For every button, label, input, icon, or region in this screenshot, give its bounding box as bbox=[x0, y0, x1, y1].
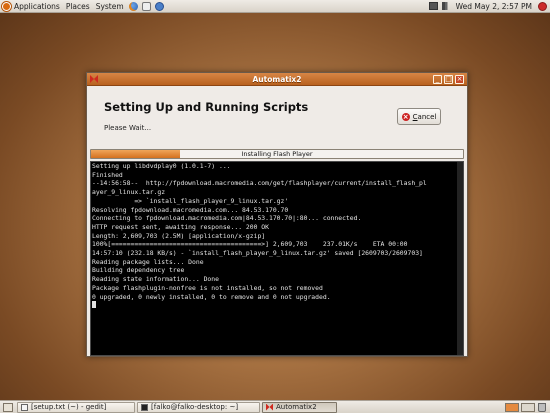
menu-system[interactable]: System bbox=[93, 0, 127, 13]
automatix-icon bbox=[266, 403, 273, 411]
terminal-scrollbar[interactable] bbox=[457, 162, 463, 355]
terminal-line: Package flashplugin-nonfree is not insta… bbox=[92, 283, 323, 292]
task-terminal[interactable]: [falko@falko-desktop: ~] bbox=[137, 401, 260, 413]
cancel-icon: × bbox=[401, 112, 410, 121]
ubuntu-logo-icon[interactable] bbox=[2, 1, 11, 11]
maximize-button[interactable]: □ bbox=[444, 75, 453, 84]
terminal-line: --14:56:58-- http://fpdownload.macromedi… bbox=[92, 179, 427, 188]
progress-bar: Installing Flash Player bbox=[90, 149, 464, 159]
menu-places[interactable]: Places bbox=[63, 0, 93, 13]
terminal-line: Resolving fpdownload.macromedia.com... 8… bbox=[92, 205, 289, 214]
volume-icon[interactable] bbox=[441, 2, 451, 10]
terminal-line: Finished bbox=[92, 170, 123, 179]
terminal-line: Reading package lists... Done bbox=[92, 257, 204, 266]
workspace-1[interactable] bbox=[505, 402, 519, 412]
terminal-line: => `install_flash_player_9_linux.tar.gz' bbox=[92, 196, 289, 205]
firefox-icon[interactable] bbox=[128, 1, 138, 11]
terminal-line: 100%[===================================… bbox=[92, 240, 408, 249]
menu-applications[interactable]: Applications bbox=[11, 0, 63, 13]
automatix-window: Automatix2 _ □ × Setting Up and Running … bbox=[86, 72, 468, 357]
workspace-2[interactable] bbox=[521, 402, 535, 412]
progress-label: Installing Flash Player bbox=[241, 150, 313, 158]
terminal-line: 0 upgraded, 0 newly installed, 0 to remo… bbox=[92, 292, 331, 301]
window-titlebar[interactable]: Automatix2 _ □ × bbox=[87, 73, 467, 86]
trash-icon[interactable] bbox=[538, 402, 546, 412]
status-text: Please Wait... bbox=[104, 124, 152, 132]
cancel-button[interactable]: × Cancel bbox=[397, 108, 441, 125]
task-label: Automatix2 bbox=[276, 403, 317, 411]
task-gedit[interactable]: [setup.txt (~) - gedit] bbox=[17, 401, 135, 413]
page-title: Setting Up and Running Scripts bbox=[104, 100, 309, 114]
mail-icon[interactable] bbox=[141, 1, 151, 11]
terminal-output[interactable]: Setting up libdvdplay0 (1.0.1-7) ... Fini… bbox=[90, 161, 464, 356]
cancel-label: Cancel bbox=[412, 112, 437, 121]
terminal-line: Setting up libdvdplay0 (1.0.1-7) ... bbox=[92, 162, 231, 170]
terminal-cursor bbox=[92, 301, 96, 309]
task-automatix[interactable]: Automatix2 bbox=[262, 401, 337, 413]
terminal-line: Building dependency tree bbox=[92, 266, 185, 275]
power-icon[interactable] bbox=[538, 1, 547, 11]
minimize-button[interactable]: _ bbox=[433, 75, 442, 84]
window-title: Automatix2 bbox=[252, 74, 302, 84]
network-icon[interactable] bbox=[428, 2, 438, 10]
close-button[interactable]: × bbox=[455, 75, 464, 84]
terminal-line: Connecting to fpdownload.macromedia.com|… bbox=[92, 214, 362, 223]
top-panel: Applications Places System Wed May 2, 2:… bbox=[0, 0, 550, 13]
clock[interactable]: Wed May 2, 2:57 PM bbox=[453, 0, 535, 13]
terminal-cursor-line bbox=[91, 301, 463, 310]
window-content: Setting Up and Running Scripts Please Wa… bbox=[87, 87, 467, 356]
terminal-icon bbox=[141, 403, 148, 411]
terminal-line: 14:57:10 (232.18 KB/s) - `install_flash_… bbox=[92, 249, 423, 258]
show-desktop-icon[interactable] bbox=[3, 402, 13, 412]
terminal-line: Length: 2,609,703 (2.5M) [application/x-… bbox=[92, 231, 266, 240]
task-label: [falko@falko-desktop: ~] bbox=[151, 403, 239, 411]
terminal-line: HTTP request sent, awaiting response... … bbox=[92, 222, 269, 231]
terminal-line: Reading state information... Done bbox=[92, 275, 219, 284]
terminal-line: ayer_9_linux.tar.gz bbox=[92, 188, 166, 197]
system-tray: Wed May 2, 2:57 PM bbox=[427, 0, 550, 13]
task-label: [setup.txt (~) - gedit] bbox=[31, 403, 107, 411]
bottom-panel: [setup.txt (~) - gedit] [falko@falko-des… bbox=[0, 400, 550, 413]
gedit-icon bbox=[21, 403, 28, 411]
help-icon[interactable] bbox=[154, 1, 164, 11]
